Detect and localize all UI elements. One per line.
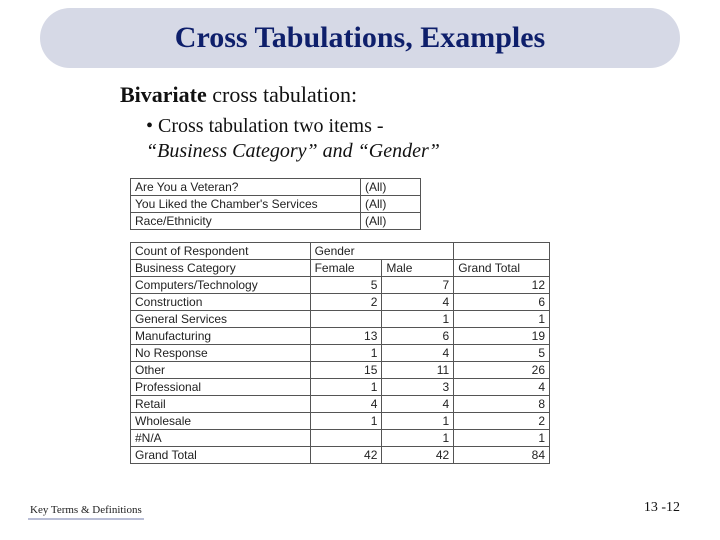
bullet-line1: • Cross tabulation two items - bbox=[146, 115, 384, 137]
table-wrap: Are You a Veteran?(All)You Liked the Cha… bbox=[130, 178, 550, 464]
crosstab-table: Count of RespondentGenderBusiness Catego… bbox=[130, 242, 550, 464]
table-row: Wholesale112 bbox=[131, 413, 550, 430]
count-label: Count of Respondent bbox=[131, 243, 311, 260]
cell-female: 13 bbox=[310, 328, 382, 345]
cell-category: General Services bbox=[131, 311, 311, 328]
filter-row: You Liked the Chamber's Services(All) bbox=[131, 196, 550, 213]
table-row: Construction246 bbox=[131, 294, 550, 311]
cell-female: 4 bbox=[310, 396, 382, 413]
cell-male: 4 bbox=[382, 294, 454, 311]
cell-total: 1 bbox=[454, 430, 550, 447]
cell-total: 8 bbox=[454, 396, 550, 413]
cell-total: 6 bbox=[454, 294, 550, 311]
filter-label: Race/Ethnicity bbox=[131, 213, 361, 230]
table-row: General Services 11 bbox=[131, 311, 550, 328]
cell-male: 1 bbox=[382, 413, 454, 430]
cell-male: 1 bbox=[382, 311, 454, 328]
filter-row: Race/Ethnicity(All) bbox=[131, 213, 550, 230]
cell-male: 6 bbox=[382, 328, 454, 345]
cell-female: 1 bbox=[310, 345, 382, 362]
table-row: Other151126 bbox=[131, 362, 550, 379]
table-row: #N/A 11 bbox=[131, 430, 550, 447]
filter-label: You Liked the Chamber's Services bbox=[131, 196, 361, 213]
cell-female: 5 bbox=[310, 277, 382, 294]
cell-total: 2 bbox=[454, 413, 550, 430]
filter-row: Are You a Veteran?(All) bbox=[131, 179, 550, 196]
title-band: Cross Tabulations, Examples bbox=[40, 8, 680, 68]
cell-total: 5 bbox=[454, 345, 550, 362]
cell-male: 7 bbox=[382, 277, 454, 294]
grand-total-label: Grand Total bbox=[131, 447, 311, 464]
table-row: Computers/Technology5712 bbox=[131, 277, 550, 294]
cell-category: Computers/Technology bbox=[131, 277, 311, 294]
cell-male: 1 bbox=[382, 430, 454, 447]
filter-value: (All) bbox=[361, 196, 421, 213]
cell-category: Professional bbox=[131, 379, 311, 396]
cell-category: Construction bbox=[131, 294, 311, 311]
bullet-item: • Cross tabulation two items - “Business… bbox=[146, 114, 660, 164]
grand-total: 84 bbox=[454, 447, 550, 464]
cell-total: 4 bbox=[454, 379, 550, 396]
table-row: Retail448 bbox=[131, 396, 550, 413]
filter-value: (All) bbox=[361, 213, 421, 230]
cell-category: Manufacturing bbox=[131, 328, 311, 345]
table-header-row2: Business CategoryFemaleMaleGrand Total bbox=[131, 260, 550, 277]
filter-label: Are You a Veteran? bbox=[131, 179, 361, 196]
col-male: Male bbox=[382, 260, 454, 277]
cell-male: 11 bbox=[382, 362, 454, 379]
bullet-line2: “Business Category” and “Gender” bbox=[146, 140, 440, 162]
gender-header: Gender bbox=[310, 243, 454, 260]
subheading-bold: Bivariate bbox=[120, 82, 207, 107]
cell-female: 2 bbox=[310, 294, 382, 311]
col-grandtotal: Grand Total bbox=[454, 260, 550, 277]
table-row: No Response145 bbox=[131, 345, 550, 362]
cell-male: 3 bbox=[382, 379, 454, 396]
cell-female: 1 bbox=[310, 379, 382, 396]
cell-female: 1 bbox=[310, 413, 382, 430]
grand-female: 42 bbox=[310, 447, 382, 464]
subheading-rest: cross tabulation: bbox=[207, 82, 357, 107]
cell-male: 4 bbox=[382, 345, 454, 362]
cell-total: 19 bbox=[454, 328, 550, 345]
cell-category: No Response bbox=[131, 345, 311, 362]
table-row: Manufacturing13619 bbox=[131, 328, 550, 345]
content-area: Bivariate cross tabulation: • Cross tabu… bbox=[120, 82, 660, 464]
cell-female bbox=[310, 311, 382, 328]
slide-title: Cross Tabulations, Examples bbox=[175, 21, 545, 55]
cell-category: Other bbox=[131, 362, 311, 379]
cell-male: 4 bbox=[382, 396, 454, 413]
cell-total: 26 bbox=[454, 362, 550, 379]
filter-table: Are You a Veteran?(All)You Liked the Cha… bbox=[130, 178, 550, 230]
footer-key-terms: Key Terms & Definitions bbox=[28, 504, 144, 520]
cell-total: 12 bbox=[454, 277, 550, 294]
row-header: Business Category bbox=[131, 260, 311, 277]
table-row: Professional134 bbox=[131, 379, 550, 396]
blank-cell bbox=[454, 243, 550, 260]
cell-category: Retail bbox=[131, 396, 311, 413]
cell-category: Wholesale bbox=[131, 413, 311, 430]
table-header-row1: Count of RespondentGender bbox=[131, 243, 550, 260]
filter-value: (All) bbox=[361, 179, 421, 196]
footer-page-number: 13 -12 bbox=[644, 500, 680, 516]
cell-female: 15 bbox=[310, 362, 382, 379]
grand-male: 42 bbox=[382, 447, 454, 464]
cell-category: #N/A bbox=[131, 430, 311, 447]
grand-total-row: Grand Total424284 bbox=[131, 447, 550, 464]
subheading: Bivariate cross tabulation: bbox=[120, 82, 660, 108]
col-female: Female bbox=[310, 260, 382, 277]
cell-female bbox=[310, 430, 382, 447]
cell-total: 1 bbox=[454, 311, 550, 328]
